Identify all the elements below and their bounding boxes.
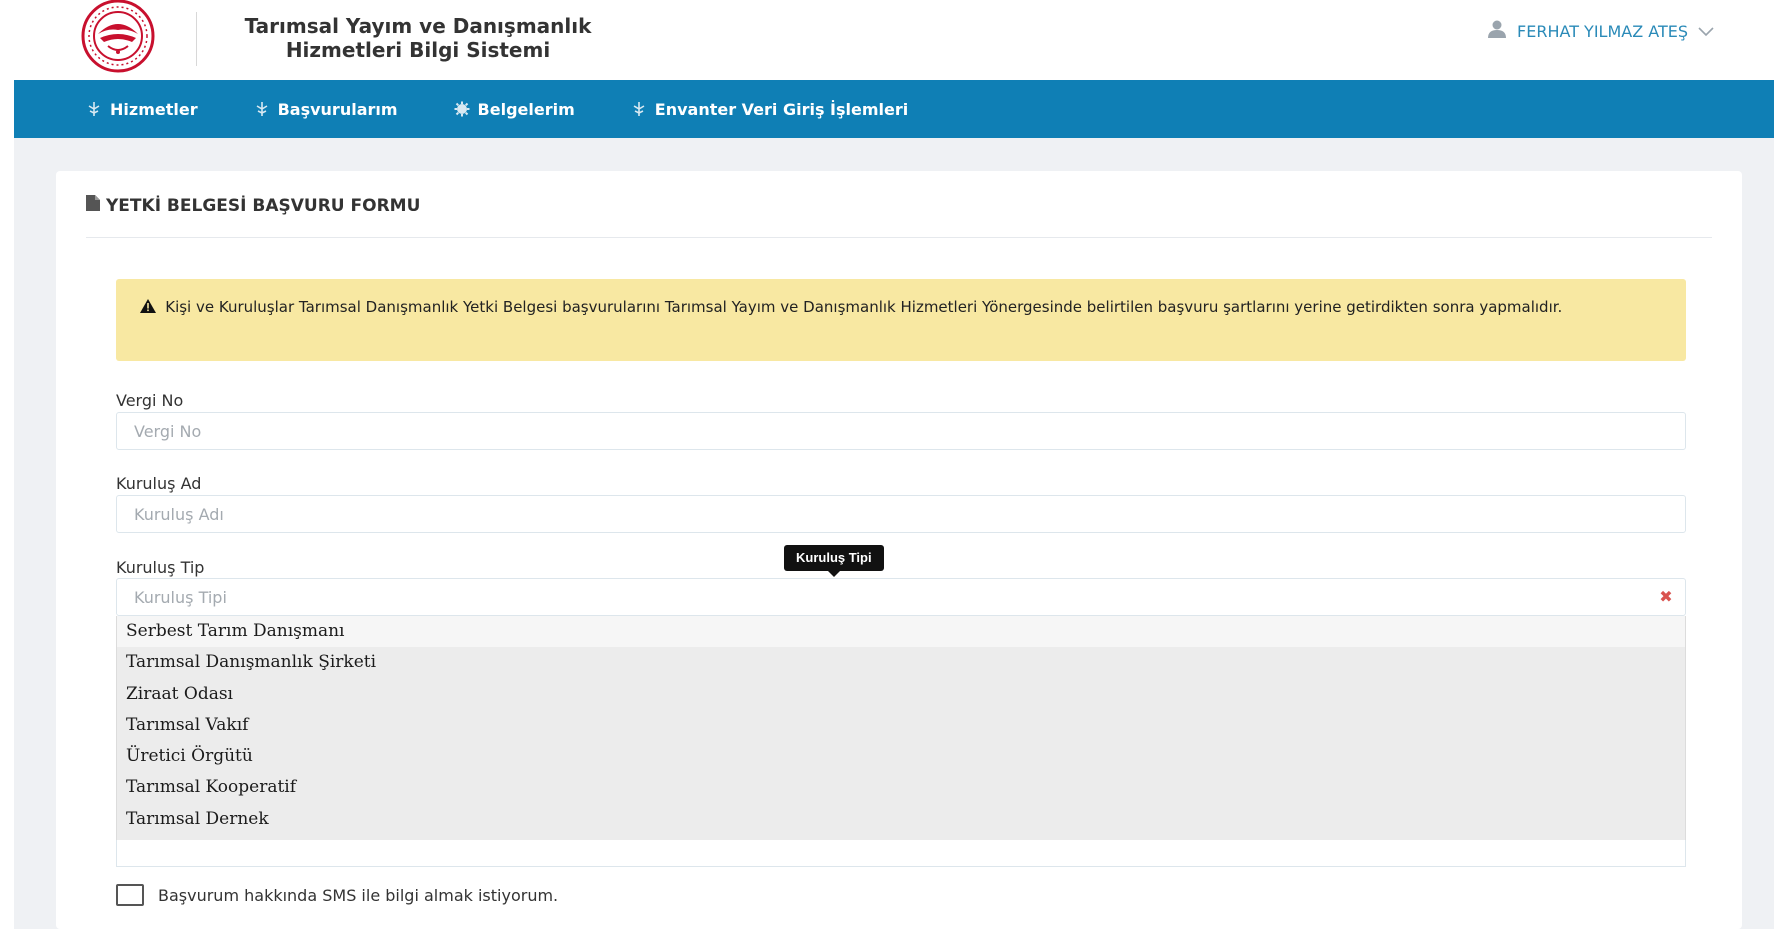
sms-consent-row: Başvurum hakkında SMS ile bilgi almak is… [116,884,558,906]
dropdown-option[interactable]: Serbest Tarım Danışmanı [117,616,1685,648]
kurulus-ad-input[interactable]: Kuruluş Adı [116,495,1686,533]
leaf-icon [254,101,270,117]
nav-item-label: Hizmetler [110,99,198,119]
user-name: FERHAT YILMAZ ATEŞ [1517,21,1688,41]
sms-checkbox[interactable] [116,884,144,906]
warning-alert: Kişi ve Kuruluşlar Tarımsal Danışmanlık … [116,279,1686,361]
sms-label: Başvurum hakkında SMS ile bilgi almak is… [158,885,559,905]
kurulus-tip-placeholder: Kuruluş Tipi [134,587,227,607]
kurulus-tip-label: Kuruluş Tip [116,558,205,577]
header-divider [196,12,197,66]
clear-selection-icon[interactable]: ✖ [1657,588,1675,606]
vergi-no-placeholder: Vergi No [134,421,202,441]
kurulus-tip-dropdown: Serbest Tarım Danışmanı Tarımsal Danışma… [116,616,1686,840]
title-divider [86,237,1712,238]
vergi-no-label: Vergi No [116,391,184,410]
chevron-down-icon [1698,22,1714,41]
user-icon [1487,20,1507,42]
next-field-input[interactable] [116,840,1686,867]
app-title: Tarımsal Yayım ve Danışmanlık Hizmetleri… [244,14,592,62]
ministry-logo [76,0,188,76]
form-title-text: YETKİ BELGESİ BAŞVURU FORMU [106,195,421,216]
vergi-no-input[interactable]: Vergi No [116,412,1686,450]
dropdown-option[interactable]: Tarımsal Dernek [117,804,1685,835]
nav-item-hizmetler[interactable]: Hizmetler [86,100,198,119]
kurulus-ad-placeholder: Kuruluş Adı [134,504,224,524]
dropdown-option[interactable]: Tarımsal Vakıf [117,710,1685,741]
nav-item-label: Belgelerim [477,99,575,119]
user-menu[interactable]: FERHAT YILMAZ ATEŞ [1487,18,1714,44]
kurulus-ad-label: Kuruluş Ad [116,474,202,493]
dropdown-option[interactable]: Tarımsal Danışmanlık Şirketi [117,647,1685,678]
page: Tarımsal Yayım ve Danışmanlık Hizmetleri… [0,0,1774,929]
warning-text: Kişi ve Kuruluşlar Tarımsal Danışmanlık … [165,298,1563,316]
header: Tarımsal Yayım ve Danışmanlık Hizmetleri… [14,0,1774,80]
warning-icon [140,298,161,316]
kurulus-tip-tooltip: Kuruluş Tipi [784,545,884,577]
nav-item-belgelerim[interactable]: Belgelerim [454,100,575,119]
form-title: YETKİ BELGESİ BAŞVURU FORMU [86,195,420,216]
nav-item-label: Envanter Veri Giriş İşlemleri [654,99,909,119]
leaf-icon [631,101,647,117]
main-navbar: Hizmetler Başvurularım Belgelerim Envant… [14,80,1774,138]
leaf-icon [86,101,102,117]
nav-item-basvurularim[interactable]: Başvurularım [254,100,398,119]
dropdown-option[interactable]: Ziraat Odası [117,679,1685,710]
dropdown-option[interactable]: Üretici Örgütü [117,741,1685,772]
gear-icon [454,101,470,117]
dropdown-option[interactable]: Tarımsal Kooperatif [117,772,1685,803]
nav-item-envanter[interactable]: Envanter Veri Giriş İşlemleri [631,100,908,119]
nav-item-label: Başvurularım [277,99,398,119]
kurulus-tip-select[interactable]: Kuruluş Tipi ✖ [116,578,1686,616]
document-icon [86,195,100,216]
